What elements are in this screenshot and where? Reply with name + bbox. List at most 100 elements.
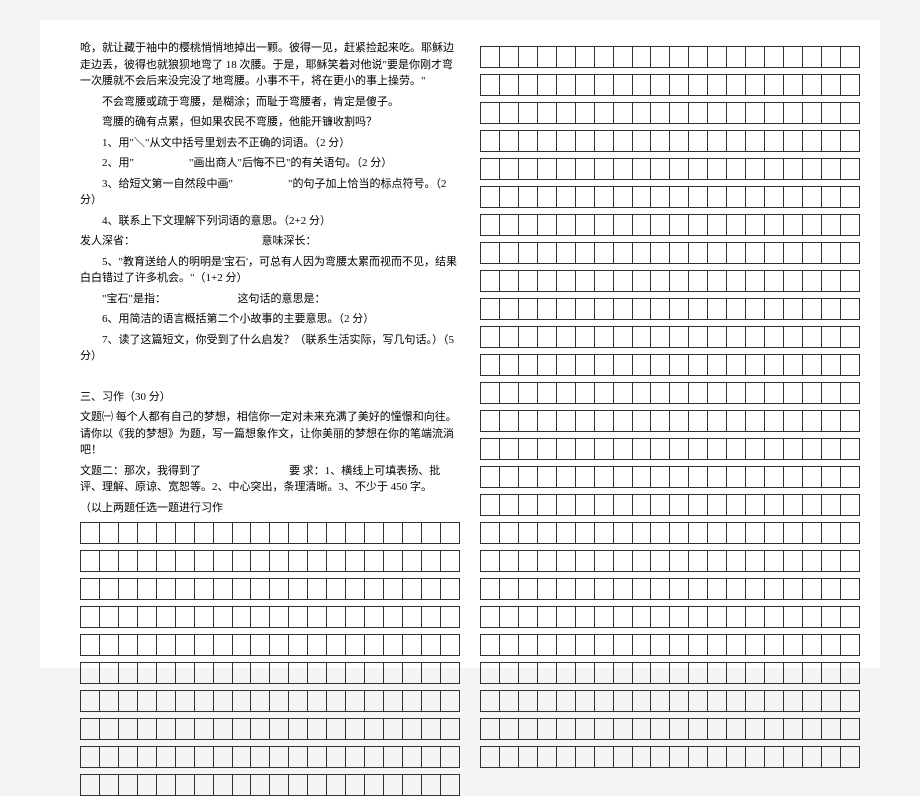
- grid-cell: [746, 243, 765, 264]
- grid-cell: [327, 551, 346, 572]
- grid-cell: [821, 663, 840, 684]
- grid-cell: [670, 159, 689, 180]
- grid-cell: [289, 775, 308, 796]
- grid-row-block: [480, 186, 860, 208]
- story-line-2: 弯腰的确有点累，但如果农民不弯腰，他能开镰收割吗？: [80, 114, 460, 131]
- grid-cell: [575, 439, 594, 460]
- grid-cell: [402, 663, 421, 684]
- grid-cell: [708, 719, 727, 740]
- grid-cell: [481, 747, 500, 768]
- grid-cell: [670, 439, 689, 460]
- grid-cell: [481, 439, 500, 460]
- grid-cell: [537, 131, 556, 152]
- grid-cell: [670, 355, 689, 376]
- grid-cell: [746, 523, 765, 544]
- grid-cell: [232, 551, 251, 572]
- grid-cell: [175, 607, 194, 628]
- grid-cell: [481, 187, 500, 208]
- grid-cell: [632, 243, 651, 264]
- grid-cell: [499, 215, 518, 236]
- grid-cell: [518, 355, 537, 376]
- grid-cell: [421, 607, 440, 628]
- grid-cell: [651, 299, 670, 320]
- grid-cell: [746, 187, 765, 208]
- grid-cell: [651, 383, 670, 404]
- grid-cell: [765, 187, 784, 208]
- grid-cell: [421, 747, 440, 768]
- grid-cell: [821, 215, 840, 236]
- grid-cell: [689, 691, 708, 712]
- grid-cell: [594, 187, 613, 208]
- grid-row-block: [480, 130, 860, 152]
- grid-cell: [440, 747, 459, 768]
- grid-cell: [727, 523, 746, 544]
- grid-cell: [194, 551, 213, 572]
- grid-cell: [537, 579, 556, 600]
- grid-cell: [746, 75, 765, 96]
- grid-row: [480, 466, 860, 488]
- grid-cell: [327, 635, 346, 656]
- grid-cell: [689, 131, 708, 152]
- grid-cell: [727, 747, 746, 768]
- grid-cell: [821, 495, 840, 516]
- grid-row: [480, 242, 860, 264]
- grid-cell: [632, 719, 651, 740]
- grid-cell: [613, 299, 632, 320]
- grid-cell: [594, 691, 613, 712]
- grid-cell: [440, 775, 459, 796]
- grid-cell: [727, 495, 746, 516]
- grid-row: [480, 550, 860, 572]
- grid-cell: [746, 355, 765, 376]
- grid-cell: [194, 691, 213, 712]
- grid-cell: [402, 775, 421, 796]
- grid-cell: [821, 411, 840, 432]
- grid-cell: [499, 243, 518, 264]
- grid-cell: [232, 635, 251, 656]
- grid-cell: [518, 75, 537, 96]
- grid-cell: [613, 719, 632, 740]
- question-1: 1、用"＼"从文中括号里划去不正确的词语。（2 分）: [80, 135, 460, 152]
- grid-cell: [802, 747, 821, 768]
- grid-cell: [365, 579, 384, 600]
- grid-cell: [499, 131, 518, 152]
- grid-cell: [537, 271, 556, 292]
- grid-cell: [481, 635, 500, 656]
- grid-cell: [232, 719, 251, 740]
- grid-cell: [840, 187, 859, 208]
- grid-cell: [840, 243, 859, 264]
- grid-cell: [327, 719, 346, 740]
- grid-cell: [821, 327, 840, 348]
- grid-cell: [384, 747, 403, 768]
- grid-cell: [784, 47, 803, 68]
- grid-cell: [708, 747, 727, 768]
- grid-cell: [784, 607, 803, 628]
- grid-cell: [481, 579, 500, 600]
- grid-cell: [840, 299, 859, 320]
- grid-row: [80, 718, 460, 740]
- grid-row: [80, 550, 460, 572]
- grid-cell: [746, 467, 765, 488]
- grid-cell: [840, 439, 859, 460]
- grid-cell: [537, 355, 556, 376]
- grid-cell: [499, 159, 518, 180]
- grid-cell: [632, 495, 651, 516]
- grid-cell: [137, 663, 156, 684]
- grid-cell: [727, 579, 746, 600]
- grid-cell: [251, 663, 270, 684]
- grid-cell: [765, 271, 784, 292]
- grid-cell: [270, 551, 289, 572]
- grid-cell: [556, 355, 575, 376]
- grid-cell: [746, 579, 765, 600]
- grid-cell: [632, 439, 651, 460]
- grid-cell: [727, 131, 746, 152]
- grid-cell: [784, 327, 803, 348]
- grid-cell: [518, 523, 537, 544]
- grid-cell: [746, 719, 765, 740]
- grid-cell: [156, 607, 175, 628]
- grid-cell: [327, 579, 346, 600]
- grid-cell: [518, 271, 537, 292]
- grid-cell: [840, 691, 859, 712]
- grid-cell: [194, 719, 213, 740]
- grid-cell: [194, 663, 213, 684]
- grid-cell: [727, 103, 746, 124]
